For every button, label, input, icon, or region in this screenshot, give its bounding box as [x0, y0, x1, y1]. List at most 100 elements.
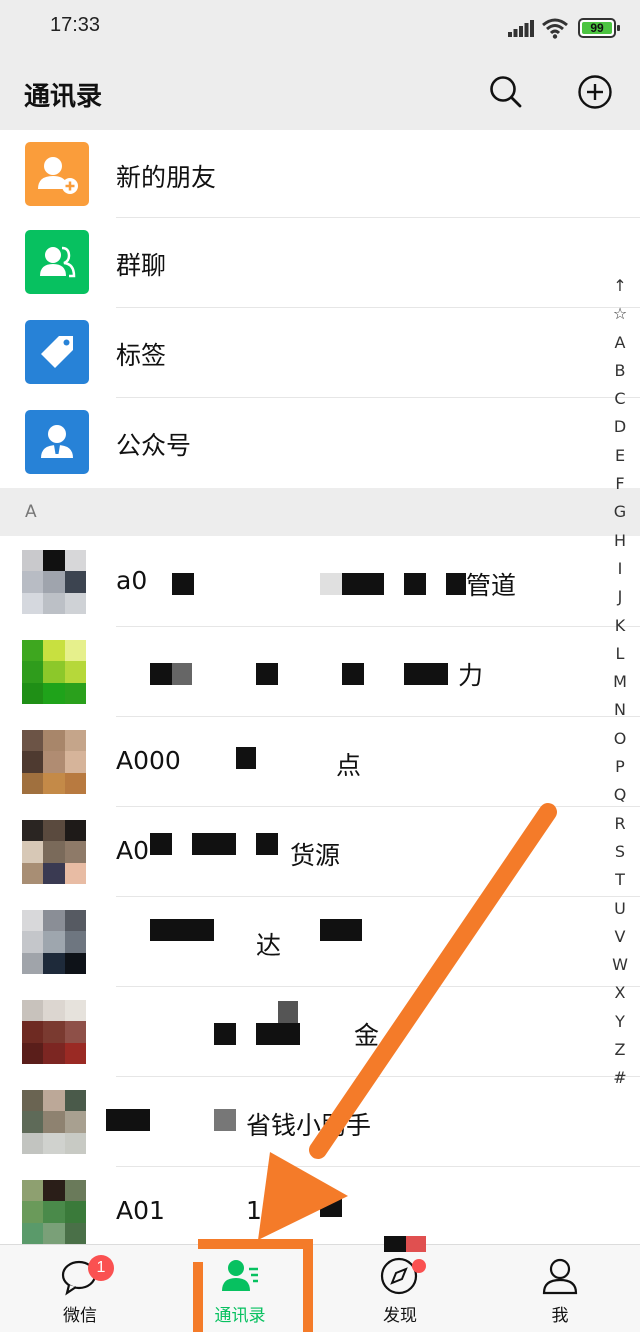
index-letter[interactable]: J [606, 583, 634, 611]
contact-row[interactable]: A000 点 [0, 717, 640, 806]
status-time: 17:33 [50, 14, 101, 36]
index-letter[interactable]: S [606, 838, 634, 866]
redaction [256, 663, 278, 685]
add-friend-icon [25, 142, 89, 206]
avatar [22, 1000, 86, 1064]
index-letter[interactable]: H [606, 527, 634, 555]
battery-icon: 99 [578, 18, 620, 38]
index-letter[interactable]: ☆ [606, 300, 634, 328]
wifi-icon [542, 18, 568, 39]
contact-row[interactable]: 达 [0, 897, 640, 986]
section-letter: A [25, 502, 37, 522]
index-letter[interactable]: G [606, 498, 634, 526]
contact-row[interactable]: A01 182 [0, 1167, 640, 1256]
contact-row[interactable]: 金 [0, 987, 640, 1076]
index-letter[interactable]: D [606, 413, 634, 441]
redaction [150, 833, 172, 855]
index-letter[interactable]: P [606, 753, 634, 781]
avatar [22, 910, 86, 974]
header: 通讯录 [0, 56, 640, 130]
redaction [106, 1109, 150, 1131]
index-letter[interactable]: B [606, 357, 634, 385]
signal-icon [508, 20, 534, 37]
contact-row[interactable]: a0 管道 [0, 537, 640, 626]
person-icon [542, 1258, 578, 1295]
tags-item[interactable]: 标签 [0, 308, 640, 398]
unread-badge: 1 [88, 1255, 114, 1281]
tab-me[interactable]: 我 [480, 1245, 640, 1333]
notification-dot [412, 1259, 426, 1273]
redaction [404, 573, 426, 595]
search-icon[interactable] [488, 74, 524, 110]
redaction [150, 663, 172, 685]
index-letter[interactable]: K [606, 612, 634, 640]
redaction [404, 663, 448, 685]
index-letter[interactable]: E [606, 442, 634, 470]
avatar [22, 550, 86, 614]
contacts-icon [222, 1260, 258, 1291]
tab-label: 我 [551, 1306, 569, 1326]
redaction [192, 833, 236, 855]
index-letter[interactable]: N [606, 696, 634, 724]
contact-name-prefix: A0 [116, 836, 150, 865]
tab-discover[interactable]: 发现 [320, 1245, 480, 1333]
new-friends-item[interactable]: 新的朋友 [0, 130, 640, 220]
redaction [342, 573, 384, 595]
index-letter[interactable]: U [606, 895, 634, 923]
new-friends-label: 新的朋友 [116, 163, 217, 192]
index-letter[interactable]: Z [606, 1036, 634, 1064]
index-letter[interactable]: V [606, 923, 634, 951]
official-accounts-item[interactable]: 公众号 [0, 398, 640, 488]
redaction [150, 919, 214, 941]
index-letter[interactable]: W [606, 951, 634, 979]
alphabet-index[interactable]: ↑ ☆ A B C D E F G H I J K L M N O P Q R S T U V W X Y Z # [606, 272, 634, 1093]
redaction [172, 663, 192, 685]
section-header: A [0, 488, 640, 536]
index-letter[interactable]: # [606, 1064, 634, 1092]
contact-name-prefix: A000 [116, 746, 181, 775]
tab-label: 微信 [63, 1306, 97, 1326]
index-letter[interactable]: ↑ [606, 272, 634, 300]
index-letter[interactable]: X [606, 979, 634, 1007]
contact-name-suffix: 货源 [290, 841, 341, 870]
redaction [256, 833, 278, 855]
contact-name-suffix: 182 [246, 1196, 294, 1225]
group-chats-item[interactable]: 群聊 [0, 218, 640, 308]
redaction [256, 1023, 300, 1045]
index-letter[interactable]: M [606, 668, 634, 696]
index-letter[interactable]: F [606, 470, 634, 498]
redaction [320, 573, 342, 595]
avatar [22, 640, 86, 704]
contact-row[interactable]: 力 [0, 627, 640, 716]
tab-bar: 1 微信 通讯录 发现 我 [0, 1244, 640, 1332]
redaction [214, 1023, 236, 1045]
contact-name-suffix: 管道 [466, 571, 517, 600]
tag-icon [25, 320, 89, 384]
avatar [22, 1090, 86, 1154]
index-letter[interactable]: I [606, 555, 634, 583]
avatar [22, 820, 86, 884]
contact-name-prefix: A01 [116, 1196, 165, 1225]
index-letter[interactable]: A [606, 329, 634, 357]
tags-label: 标签 [116, 341, 167, 370]
index-letter[interactable]: L [606, 640, 634, 668]
tab-label: 通讯录 [214, 1306, 266, 1326]
index-letter[interactable]: Y [606, 1008, 634, 1036]
contact-name-suffix: 金 [354, 1021, 380, 1050]
add-icon[interactable] [577, 74, 613, 110]
contact-name-suffix: 点 [336, 751, 362, 780]
group-chats-label: 群聊 [116, 251, 167, 280]
index-letter[interactable]: Q [606, 781, 634, 809]
index-letter[interactable]: T [606, 866, 634, 894]
page-title: 通讯录 [24, 82, 103, 112]
redaction [214, 1109, 236, 1131]
contact-row[interactable]: A0 货源 [0, 807, 640, 896]
index-letter[interactable]: C [606, 385, 634, 413]
contact-name-prefix: a0 [116, 566, 148, 595]
tab-chats[interactable]: 1 微信 [0, 1245, 160, 1333]
tab-contacts[interactable]: 通讯录 [160, 1245, 320, 1333]
contact-row[interactable]: 省钱小助手 [0, 1077, 640, 1166]
avatar [22, 1180, 86, 1244]
index-letter[interactable]: R [606, 810, 634, 838]
index-letter[interactable]: O [606, 725, 634, 753]
